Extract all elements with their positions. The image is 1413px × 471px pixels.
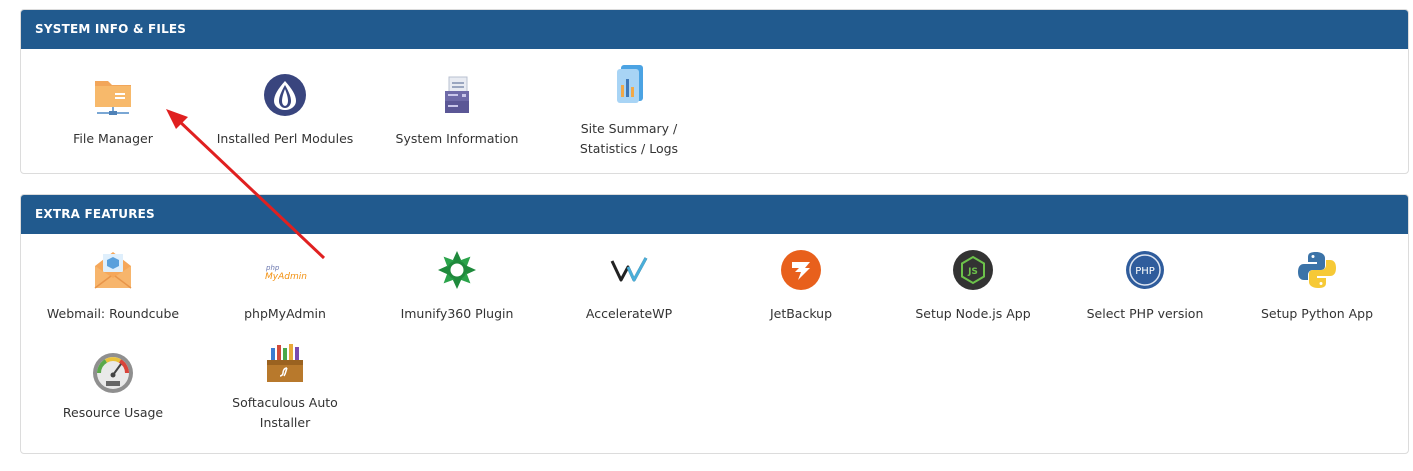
folder-network-icon — [91, 73, 135, 117]
tile-label: Softaculous Auto Installer — [232, 395, 338, 430]
setup-nodejs-app-tile[interactable]: JS Setup Node.js App — [881, 234, 1065, 329]
imunify360-icon — [435, 248, 479, 292]
extra-features-panel: EXTRA FEATURES Webmail: Roundcube php My… — [20, 194, 1409, 454]
acceleratewp-icon — [607, 248, 651, 292]
tile-label: System Information — [395, 131, 519, 146]
tile-label: AccelerateWP — [585, 306, 673, 321]
tile-label: File Manager — [73, 131, 153, 146]
imunify360-plugin-tile[interactable]: Imunify360 Plugin — [365, 234, 549, 329]
system-information-tile[interactable]: System Information — [365, 49, 549, 169]
installed-perl-modules-tile[interactable]: Installed Perl Modules — [193, 49, 377, 169]
panel-header: EXTRA FEATURES — [21, 195, 1408, 234]
nodejs-logo-text: JS — [967, 267, 978, 277]
resource-usage-tile[interactable]: Resource Usage — [21, 329, 205, 439]
webmail-roundcube-tile[interactable]: Webmail: Roundcube — [21, 234, 205, 329]
acceleratewp-tile[interactable]: AccelerateWP — [537, 234, 721, 329]
softaculous-toolbox-icon — [263, 342, 307, 386]
phpmyadmin-tile[interactable]: php MyAdmin phpMyAdmin — [193, 234, 377, 329]
gauge-meter-icon — [91, 351, 135, 395]
tile-label: Setup Node.js App — [915, 306, 1031, 321]
site-summary-statistics-logs-tile[interactable]: Site Summary / Statistics / Logs — [537, 49, 721, 169]
phpmyadmin-logo-big: MyAdmin — [265, 272, 307, 282]
softaculous-auto-installer-tile[interactable]: Softaculous Auto Installer — [193, 329, 377, 439]
select-php-version-tile[interactable]: PHP Select PHP version — [1053, 234, 1237, 329]
tile-label: Imunify360 Plugin — [400, 306, 514, 321]
tile-label: Installed Perl Modules — [216, 131, 354, 146]
nodejs-icon: JS — [951, 248, 995, 292]
setup-python-app-tile[interactable]: Setup Python App — [1225, 234, 1408, 329]
tile-label: Webmail: Roundcube — [46, 306, 180, 321]
tile-label: Setup Python App — [1260, 306, 1374, 321]
tile-label: Resource Usage — [62, 405, 164, 420]
php-logo-text: PHP — [1135, 266, 1155, 277]
roundcube-envelope-icon — [91, 248, 135, 292]
tile-label: Site Summary / Statistics / Logs — [579, 121, 679, 156]
panel-header: SYSTEM INFO & FILES — [21, 10, 1408, 49]
perl-onion-icon — [263, 73, 307, 117]
tile-label: JetBackup — [769, 306, 833, 321]
python-icon — [1295, 248, 1339, 292]
file-manager-tile[interactable]: File Manager — [21, 49, 205, 169]
system-info-files-panel: SYSTEM INFO & FILES File Manager Install… — [20, 9, 1409, 174]
statistics-report-icon — [607, 63, 651, 107]
phpmyadmin-logo-small: php — [265, 264, 280, 272]
server-document-icon — [435, 73, 479, 117]
php-icon: PHP — [1123, 248, 1167, 292]
jetbackup-tile[interactable]: JetBackup — [709, 234, 893, 329]
phpmyadmin-logo-icon: php MyAdmin — [263, 248, 307, 292]
jetbackup-icon — [779, 248, 823, 292]
tile-label: Select PHP version — [1086, 306, 1204, 321]
tile-label: phpMyAdmin — [244, 306, 326, 321]
